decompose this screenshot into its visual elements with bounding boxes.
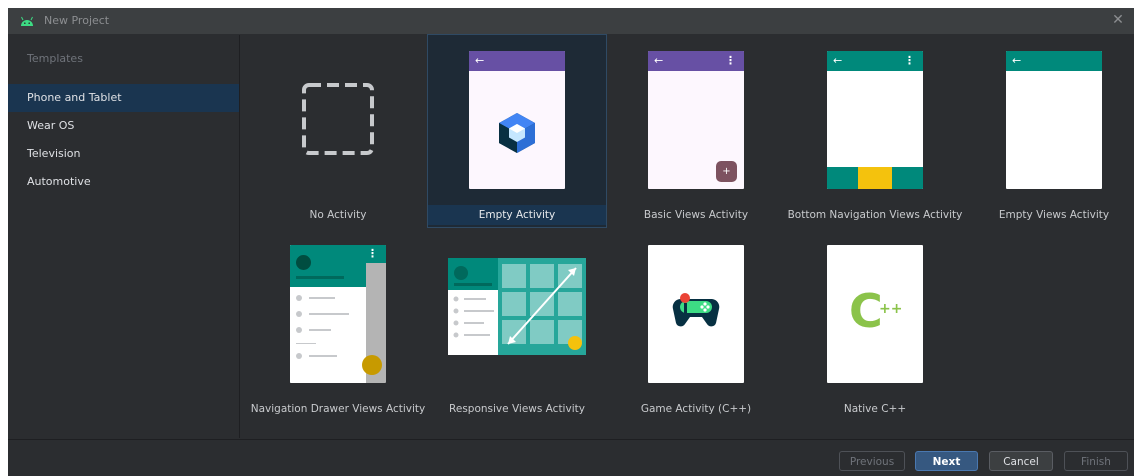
- overflow-menu-icon: ⋮: [725, 54, 736, 67]
- templates-heading: Templates: [27, 52, 83, 65]
- sidebar-item-automotive[interactable]: Automotive: [8, 168, 239, 196]
- tablet-preview: [448, 258, 586, 355]
- game-controller-icon: [672, 293, 720, 327]
- window-title: New Project: [44, 14, 110, 27]
- template-native-cpp[interactable]: C ++ Native C++: [786, 229, 964, 421]
- bottom-nav-selected-item: [858, 167, 892, 189]
- template-label: Bottom Navigation Views Activity: [787, 209, 963, 221]
- overflow-menu-icon: ⋮: [904, 54, 915, 67]
- empty-placeholder-icon: [302, 83, 374, 155]
- new-project-dialog: New Project ✕ Templates Phone and Tablet…: [8, 8, 1134, 476]
- template-gallery: No Activity ← Empty Activity ← ⋮ + Basic…: [240, 34, 1134, 438]
- drawer-menu-items: [296, 295, 349, 359]
- jetpack-compose-icon: [499, 113, 535, 153]
- template-category-sidebar: Templates Phone and Tablet Wear OS Telev…: [8, 35, 240, 438]
- fab-icon: [362, 355, 382, 375]
- template-label: Responsive Views Activity: [449, 403, 585, 415]
- grid-with-resize-arrow: [502, 264, 582, 350]
- phone-preview: ←: [1006, 51, 1102, 189]
- phone-preview: ← ⋮ +: [648, 51, 744, 189]
- template-basic-views-activity[interactable]: ← ⋮ + Basic Views Activity: [607, 35, 785, 227]
- list-items: [453, 296, 494, 338]
- template-label: No Activity: [309, 209, 367, 221]
- navigation-drawer: [290, 245, 366, 383]
- phone-preview: ⋮: [290, 245, 386, 383]
- template-label: Basic Views Activity: [643, 209, 749, 221]
- app-bar: ←: [1006, 51, 1102, 71]
- template-no-activity[interactable]: No Activity: [249, 35, 427, 227]
- template-label: Game Activity (C++): [640, 403, 752, 415]
- template-label: Navigation Drawer Views Activity: [250, 403, 426, 415]
- template-bottom-navigation-views-activity[interactable]: ← ⋮ Bottom Navigation Views Activity: [786, 35, 964, 227]
- template-responsive-views-activity[interactable]: Responsive Views Activity: [428, 229, 606, 421]
- header-line: [454, 283, 492, 286]
- close-icon[interactable]: ✕: [1110, 12, 1126, 28]
- template-label: Empty Activity: [428, 205, 606, 225]
- back-arrow-icon: ←: [1012, 54, 1022, 67]
- previous-button[interactable]: Previous: [839, 451, 905, 471]
- fab-icon: +: [716, 161, 737, 182]
- detail-grid: [498, 258, 586, 355]
- template-label: Native C++: [843, 403, 907, 415]
- dialog-footer: Previous Next Cancel Finish: [8, 439, 1134, 476]
- phone-preview: [648, 245, 744, 383]
- template-empty-activity[interactable]: ← Empty Activity: [427, 34, 607, 228]
- template-empty-views-activity[interactable]: ← Empty Views Activity: [965, 35, 1134, 227]
- back-arrow-icon: ←: [833, 54, 843, 67]
- phone-preview: C ++: [827, 245, 923, 383]
- drawer-header: [290, 245, 366, 287]
- next-button[interactable]: Next: [915, 451, 978, 471]
- phone-preview: ←: [469, 51, 565, 189]
- back-arrow-icon: ←: [475, 54, 485, 67]
- template-navigation-drawer-views-activity[interactable]: ⋮ Navigation Drawer Views Activity: [249, 229, 427, 421]
- template-game-activity-cpp[interactable]: Game Activity (C++): [607, 229, 785, 421]
- sidebar-item-wear-os[interactable]: Wear OS: [8, 112, 239, 140]
- app-bar: ← ⋮: [648, 51, 744, 71]
- back-arrow-icon: ←: [654, 54, 664, 67]
- cpp-logo-icon: C ++: [849, 284, 909, 349]
- cpp-letter: C: [849, 284, 883, 338]
- finish-button[interactable]: Finish: [1064, 451, 1128, 471]
- avatar: [296, 255, 311, 270]
- overflow-menu-icon: ⋮: [367, 247, 378, 260]
- avatar: [454, 266, 468, 280]
- title-bar: New Project ✕: [8, 8, 1134, 35]
- header-line: [296, 276, 344, 279]
- template-label: Empty Views Activity: [998, 209, 1110, 221]
- bottom-navigation-bar: [827, 167, 923, 189]
- android-icon: [21, 16, 33, 26]
- app-bar: ← ⋮: [827, 51, 923, 71]
- app-bar: ←: [469, 51, 565, 71]
- sidebar-item-television[interactable]: Television: [8, 140, 239, 168]
- cpp-plus: ++: [879, 301, 903, 317]
- phone-preview: ← ⋮: [827, 51, 923, 189]
- sidebar-item-phone-and-tablet[interactable]: Phone and Tablet: [8, 84, 239, 112]
- cancel-button[interactable]: Cancel: [989, 451, 1053, 471]
- list-header: [448, 258, 498, 290]
